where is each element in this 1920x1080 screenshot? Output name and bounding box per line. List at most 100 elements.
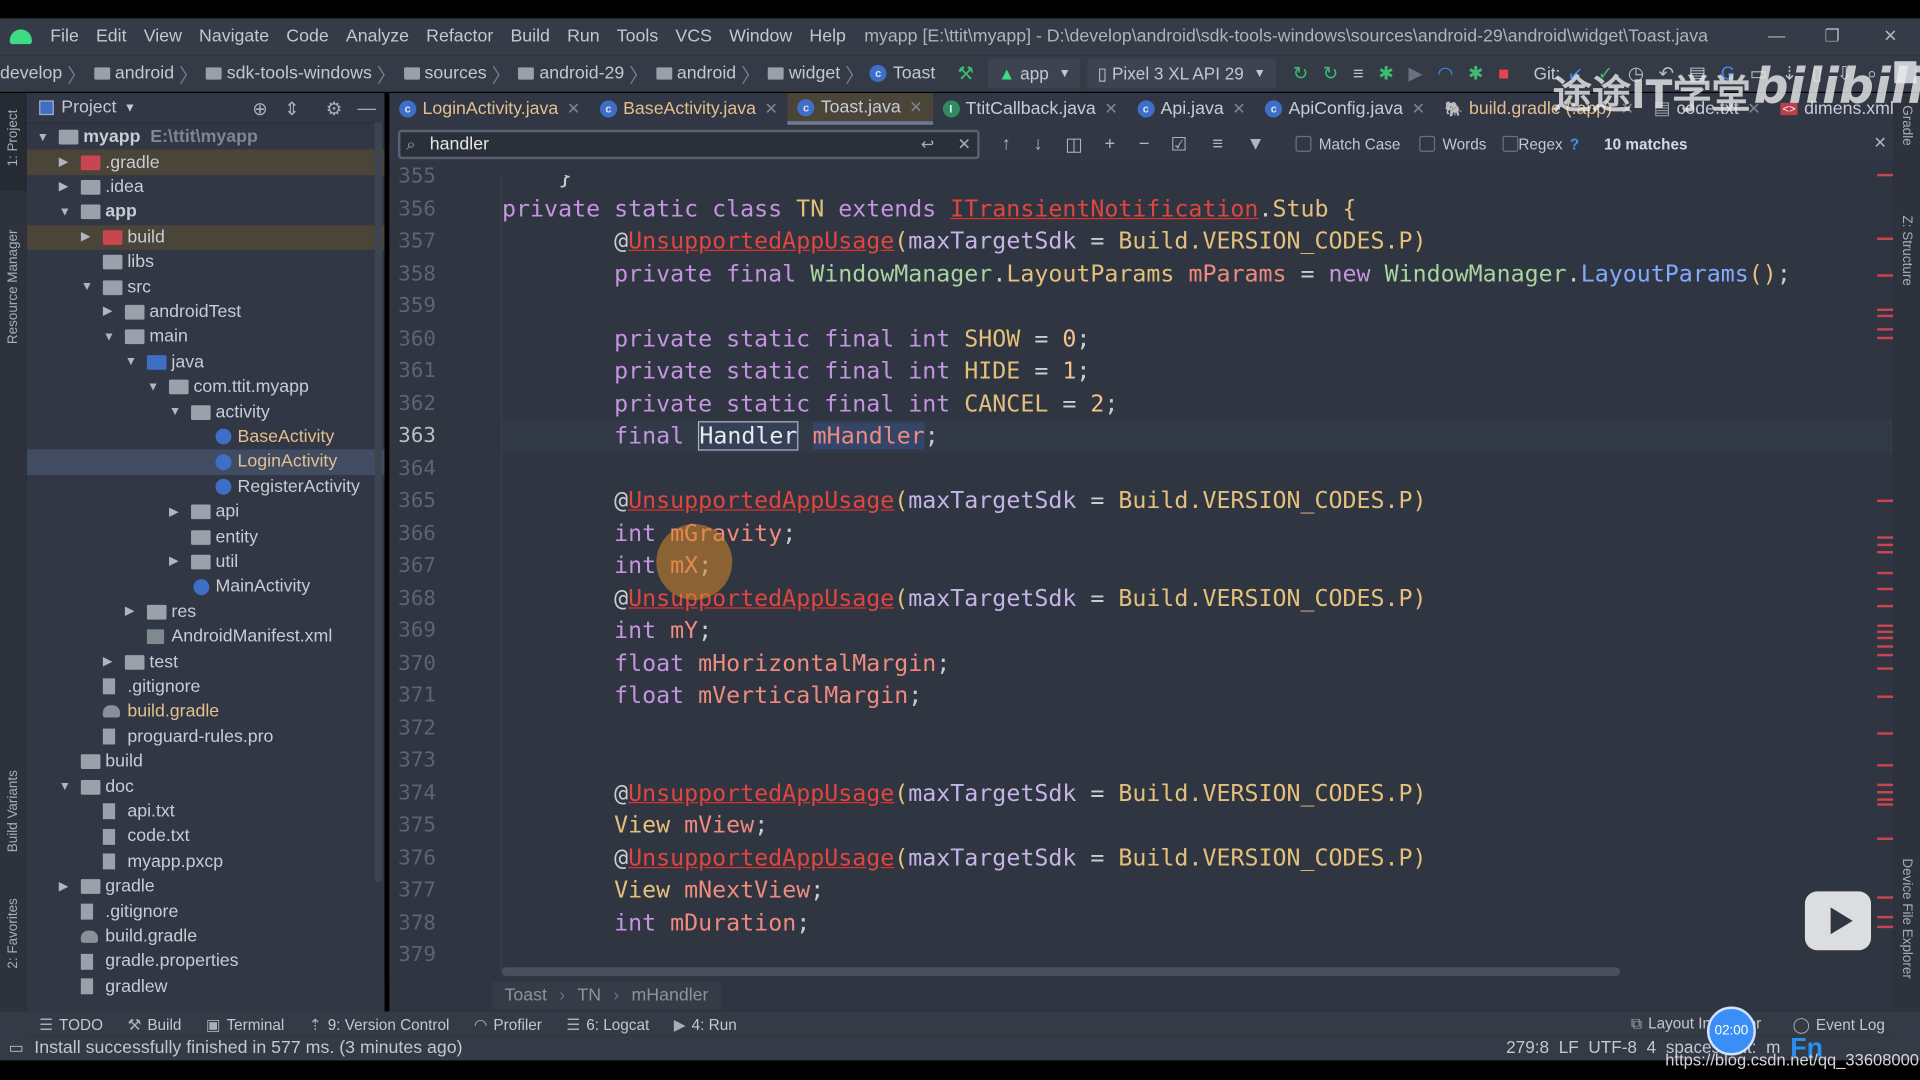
run-coverage-icon[interactable]: ▶ xyxy=(1408,62,1422,85)
new-line-icon[interactable]: ↩ xyxy=(921,135,934,155)
expand-arrow-icon[interactable]: ▼ xyxy=(59,780,71,793)
code-line[interactable]: View mNextView; xyxy=(502,874,1893,906)
code-line[interactable]: final Handler mHandler; xyxy=(502,420,1894,453)
breadcrumb-item[interactable]: c Toast xyxy=(869,59,935,88)
menu-file[interactable]: File xyxy=(42,27,88,47)
tree-item[interactable]: ▶ res xyxy=(27,600,385,625)
tree-item[interactable]: libs xyxy=(27,250,385,275)
error-stripe-mark[interactable] xyxy=(1877,551,1894,554)
error-stripe-mark[interactable] xyxy=(1877,732,1894,735)
error-stripe-mark[interactable] xyxy=(1877,604,1894,608)
tree-item[interactable]: build.gradle xyxy=(27,924,385,949)
code-line[interactable]: int mDuration; xyxy=(502,907,1893,939)
error-stripe-mark[interactable] xyxy=(1877,837,1894,841)
expand-arrow-icon[interactable]: ▼ xyxy=(169,405,181,418)
code-line[interactable]: @UnsupportedAppUsage(maxTargetSdk = Buil… xyxy=(502,225,1893,257)
error-stripe-mark[interactable] xyxy=(1877,173,1894,177)
tree-item[interactable]: ▼ main xyxy=(27,325,385,350)
code-line[interactable]: @UnsupportedAppUsage(maxTargetSdk = Buil… xyxy=(502,842,1893,874)
project-view-dropdown[interactable]: Project xyxy=(61,98,116,118)
minimize-button[interactable]: — xyxy=(1768,26,1785,46)
breadcrumb-item[interactable]: android-29 〉 xyxy=(516,59,654,88)
device-file-explorer-tool-tab[interactable]: Device File Explorer xyxy=(1899,858,1914,979)
menu-code[interactable]: Code xyxy=(278,27,338,47)
run-config-dropdown[interactable]: ▲ app ▼ xyxy=(988,58,1081,89)
tree-item[interactable]: ▶ build xyxy=(26,224,385,250)
tool-tab-profiler[interactable]: ◠ Profiler xyxy=(474,1014,542,1033)
chevron-down-icon[interactable]: ▼ xyxy=(124,101,136,114)
tree-item[interactable]: ▼ com.ttit.myapp xyxy=(27,375,385,400)
breadcrumb-item[interactable]: android 〉 xyxy=(654,59,766,88)
tree-item[interactable]: ▶ test xyxy=(27,649,385,674)
breadcrumb-item[interactable]: android 〉 xyxy=(92,59,204,88)
favorites-tool-tab[interactable]: 2: Favorites xyxy=(6,898,21,968)
tab-toast-java[interactable]: c Toast.java ✕ xyxy=(787,93,933,125)
error-stripe-mark[interactable] xyxy=(1877,499,1894,503)
tree-item[interactable]: BaseActivity xyxy=(27,425,385,450)
tool-tab-4-run[interactable]: ▶ 4: Run xyxy=(674,1014,737,1033)
next-match-button[interactable]: ↓ xyxy=(1033,133,1042,154)
code-line[interactable]: private final WindowManager.LayoutParams… xyxy=(502,258,1893,290)
code-line[interactable]: private static final int CANCEL = 2; xyxy=(502,388,1893,420)
error-stripe-mark[interactable] xyxy=(1877,587,1894,591)
collapse-arrow-icon[interactable]: ▶ xyxy=(81,231,90,244)
tree-item[interactable]: ▼ src xyxy=(27,275,385,300)
tree-item[interactable]: .gitignore xyxy=(27,899,385,924)
collapse-arrow-icon[interactable]: ▶ xyxy=(169,505,178,518)
error-stripe-mark[interactable] xyxy=(1877,695,1894,698)
tree-item[interactable]: ▼ java xyxy=(27,350,385,375)
tree-item[interactable]: ▶ androidTest xyxy=(27,300,385,325)
find-input[interactable] xyxy=(397,129,980,160)
tree-item[interactable]: ▶ .gradle xyxy=(26,149,385,175)
open-in-window-button[interactable]: ◫ xyxy=(1065,133,1082,156)
close-window-button[interactable]: ✕ xyxy=(1883,26,1897,47)
play-icon[interactable] xyxy=(1804,891,1872,951)
status-message[interactable]: Install successfully finished in 577 ms.… xyxy=(34,1038,462,1058)
code-line[interactable]: private static class TN extends ITransie… xyxy=(502,193,1893,225)
tree-item[interactable]: api.txt xyxy=(27,799,385,824)
error-stripe-mark[interactable] xyxy=(1877,915,1894,919)
file-encoding[interactable]: UTF-8 xyxy=(1588,1037,1637,1057)
close-tab-icon[interactable]: ✕ xyxy=(1412,99,1425,119)
device-dropdown[interactable]: ▯ Pixel 3 XL API 29 ▼ xyxy=(1087,58,1276,89)
tree-item[interactable]: ▼ doc xyxy=(27,774,385,799)
error-stripe-mark[interactable] xyxy=(1877,896,1894,899)
error-stripe-mark[interactable] xyxy=(1877,783,1894,787)
locate-file-icon[interactable]: ⊕ xyxy=(252,98,267,120)
error-stripe-mark[interactable] xyxy=(1877,274,1894,277)
error-stripe-mark[interactable] xyxy=(1877,314,1894,318)
error-stripe-mark[interactable] xyxy=(1877,636,1894,640)
expand-arrow-icon[interactable]: ▼ xyxy=(81,281,93,294)
menu-window[interactable]: Window xyxy=(720,27,800,47)
rerun-icon[interactable]: ↻ xyxy=(1293,62,1308,85)
apply-code-changes-icon[interactable]: ≡ xyxy=(1353,63,1364,84)
code-line[interactable]: View mView; xyxy=(502,809,1893,841)
code-line[interactable]: float mVerticalMargin; xyxy=(502,680,1893,712)
tree-item[interactable]: ▼ myapp E:\ttit\myapp xyxy=(27,125,385,150)
expand-arrow-icon[interactable]: ▼ xyxy=(147,380,159,393)
filter-icon[interactable]: ▼ xyxy=(1247,133,1265,154)
profile-icon[interactable]: ◠ xyxy=(1437,62,1453,85)
clear-search-icon[interactable]: ✕ xyxy=(958,135,971,155)
collapse-arrow-icon[interactable]: ▶ xyxy=(125,605,134,618)
tree-item[interactable]: entity xyxy=(27,525,385,550)
error-stripe-mark[interactable] xyxy=(1877,798,1894,801)
debug-icon[interactable]: ✱ xyxy=(1378,62,1393,85)
editor-breadcrumb-item[interactable]: mHandler xyxy=(631,986,708,1006)
tab-api-java[interactable]: c Api.java ✕ xyxy=(1127,93,1255,125)
menu-navigate[interactable]: Navigate xyxy=(190,27,277,47)
tree-item[interactable]: RegisterActivity xyxy=(27,475,385,500)
collapse-arrow-icon[interactable]: ▶ xyxy=(59,880,68,893)
code-line[interactable]: private static final int HIDE = 1; xyxy=(502,355,1893,387)
error-stripe-mark[interactable] xyxy=(1877,764,1894,767)
tree-item[interactable]: .gitignore xyxy=(27,674,385,699)
tab-ttitcallback-java[interactable]: I TtitCallback.java ✕ xyxy=(932,93,1127,125)
regex-checkbox[interactable] xyxy=(1502,135,1519,152)
tree-item[interactable]: AndroidManifest.xml xyxy=(27,624,385,649)
tool-tab-terminal[interactable]: ▣ Terminal xyxy=(206,1014,284,1033)
code-line[interactable] xyxy=(502,744,1893,776)
event-log-tab[interactable]: ◯ Event Log xyxy=(1793,1014,1885,1033)
tree-item[interactable]: MainActivity xyxy=(27,575,385,600)
project-scrollbar[interactable] xyxy=(374,122,383,882)
code-line[interactable] xyxy=(502,712,1893,744)
